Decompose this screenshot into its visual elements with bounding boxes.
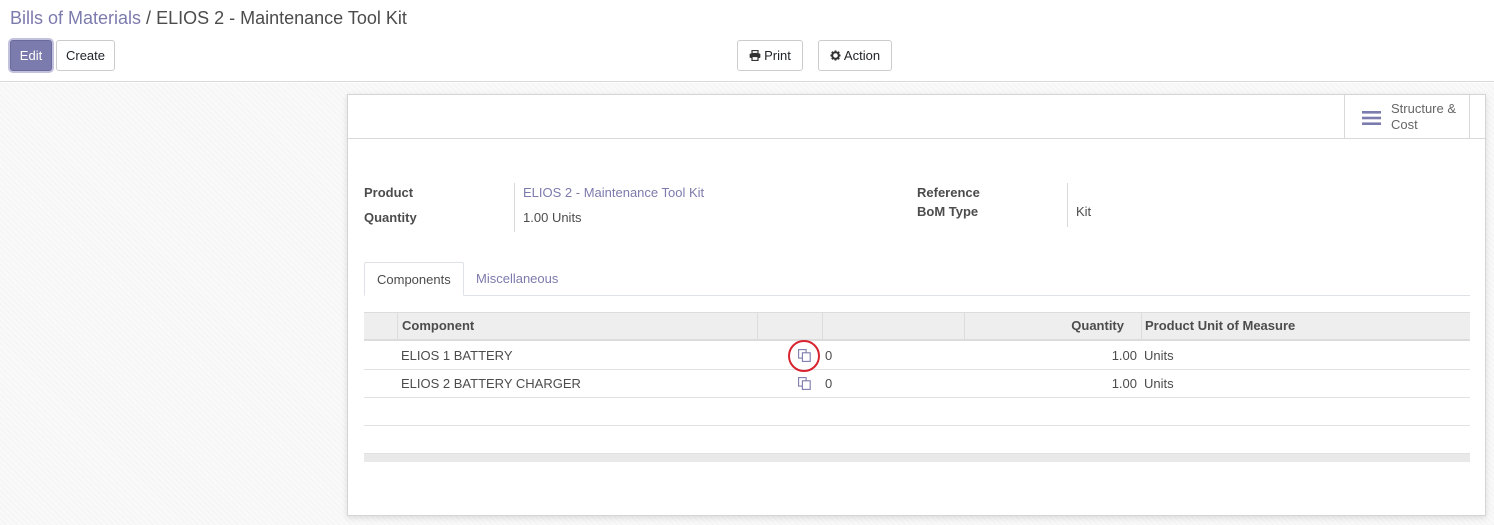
field-divider xyxy=(1067,183,1068,227)
breadcrumb-current: ELIOS 2 - Maintenance Tool Kit xyxy=(156,8,407,28)
quantity-uom: Units xyxy=(551,210,582,225)
table-header: Component Quantity Product Unit of Measu… xyxy=(364,312,1470,341)
column-header-icon xyxy=(757,313,822,340)
action-button-label: Action xyxy=(843,48,881,63)
notebook-tabs: Components Miscellaneous xyxy=(364,262,1470,296)
bom-type-label: BoM Type xyxy=(917,204,979,219)
quantity-field[interactable]: 1.00 Units xyxy=(523,210,582,225)
tab-components[interactable]: Components xyxy=(364,262,464,296)
product-label: Product xyxy=(364,185,414,200)
breadcrumb-parent-link[interactable]: Bills of Materials xyxy=(10,8,141,28)
print-button-label: Print xyxy=(764,48,791,63)
table-footer xyxy=(364,454,1470,462)
empty-table-row xyxy=(364,426,1470,454)
reference-label: Reference xyxy=(917,185,980,200)
table-row[interactable]: ELIOS 1 BATTERY 0 1.00 Units xyxy=(364,340,1470,372)
edit-button-label: Edit xyxy=(19,48,43,63)
breadcrumb: Bills of Materials / ELIOS 2 - Maintenance… xyxy=(10,8,407,28)
print-icon xyxy=(749,49,761,62)
column-header-uom[interactable]: Product Unit of Measure xyxy=(1141,313,1470,340)
create-button[interactable]: Create xyxy=(56,40,115,71)
bars-icon xyxy=(1362,111,1381,125)
structure-cost-button[interactable]: Structure & Cost xyxy=(1344,95,1470,138)
quantity-value: 1.00 xyxy=(523,210,549,225)
table-row[interactable]: ELIOS 2 BATTERY CHARGER 0 1.00 Units xyxy=(364,370,1470,398)
component-name: ELIOS 2 BATTERY CHARGER xyxy=(401,376,581,391)
tab-miscellaneous[interactable]: Miscellaneous xyxy=(464,262,570,296)
empty-table-row xyxy=(364,398,1470,426)
component-count: 0 xyxy=(825,348,833,363)
column-header-blank xyxy=(822,313,964,340)
column-header-quantity[interactable]: Quantity xyxy=(964,313,1141,340)
breadcrumb-separator: / xyxy=(146,8,152,28)
structure-cost-label: Structure & Cost xyxy=(1391,101,1457,132)
column-header-component[interactable]: Component xyxy=(397,313,757,340)
form-sheet: Structure & Cost Product Quantity ELIOS … xyxy=(347,94,1486,516)
copy-icon[interactable] xyxy=(798,377,811,390)
button-box: Structure & Cost xyxy=(348,95,1485,139)
gear-icon xyxy=(830,50,841,61)
highlight-ring xyxy=(788,340,820,372)
quantity-label: Quantity xyxy=(364,210,417,225)
component-count: 0 xyxy=(825,376,833,391)
product-field[interactable]: ELIOS 2 - Maintenance Tool Kit xyxy=(523,185,704,200)
print-button[interactable]: Print xyxy=(737,40,803,71)
field-divider xyxy=(514,183,515,232)
component-quantity: 1.00 xyxy=(1111,376,1137,391)
component-uom: Units xyxy=(1144,376,1174,391)
control-panel: Bills of Materials / ELIOS 2 - Maintenance… xyxy=(0,0,1494,82)
bom-type-field[interactable]: Kit xyxy=(1076,204,1091,219)
component-uom: Units xyxy=(1144,348,1174,363)
action-button[interactable]: Action xyxy=(818,40,892,71)
create-button-label: Create xyxy=(65,48,106,63)
edit-button[interactable]: Edit xyxy=(10,40,52,71)
component-name: ELIOS 1 BATTERY xyxy=(401,348,513,363)
component-quantity: 1.00 xyxy=(1111,348,1137,363)
